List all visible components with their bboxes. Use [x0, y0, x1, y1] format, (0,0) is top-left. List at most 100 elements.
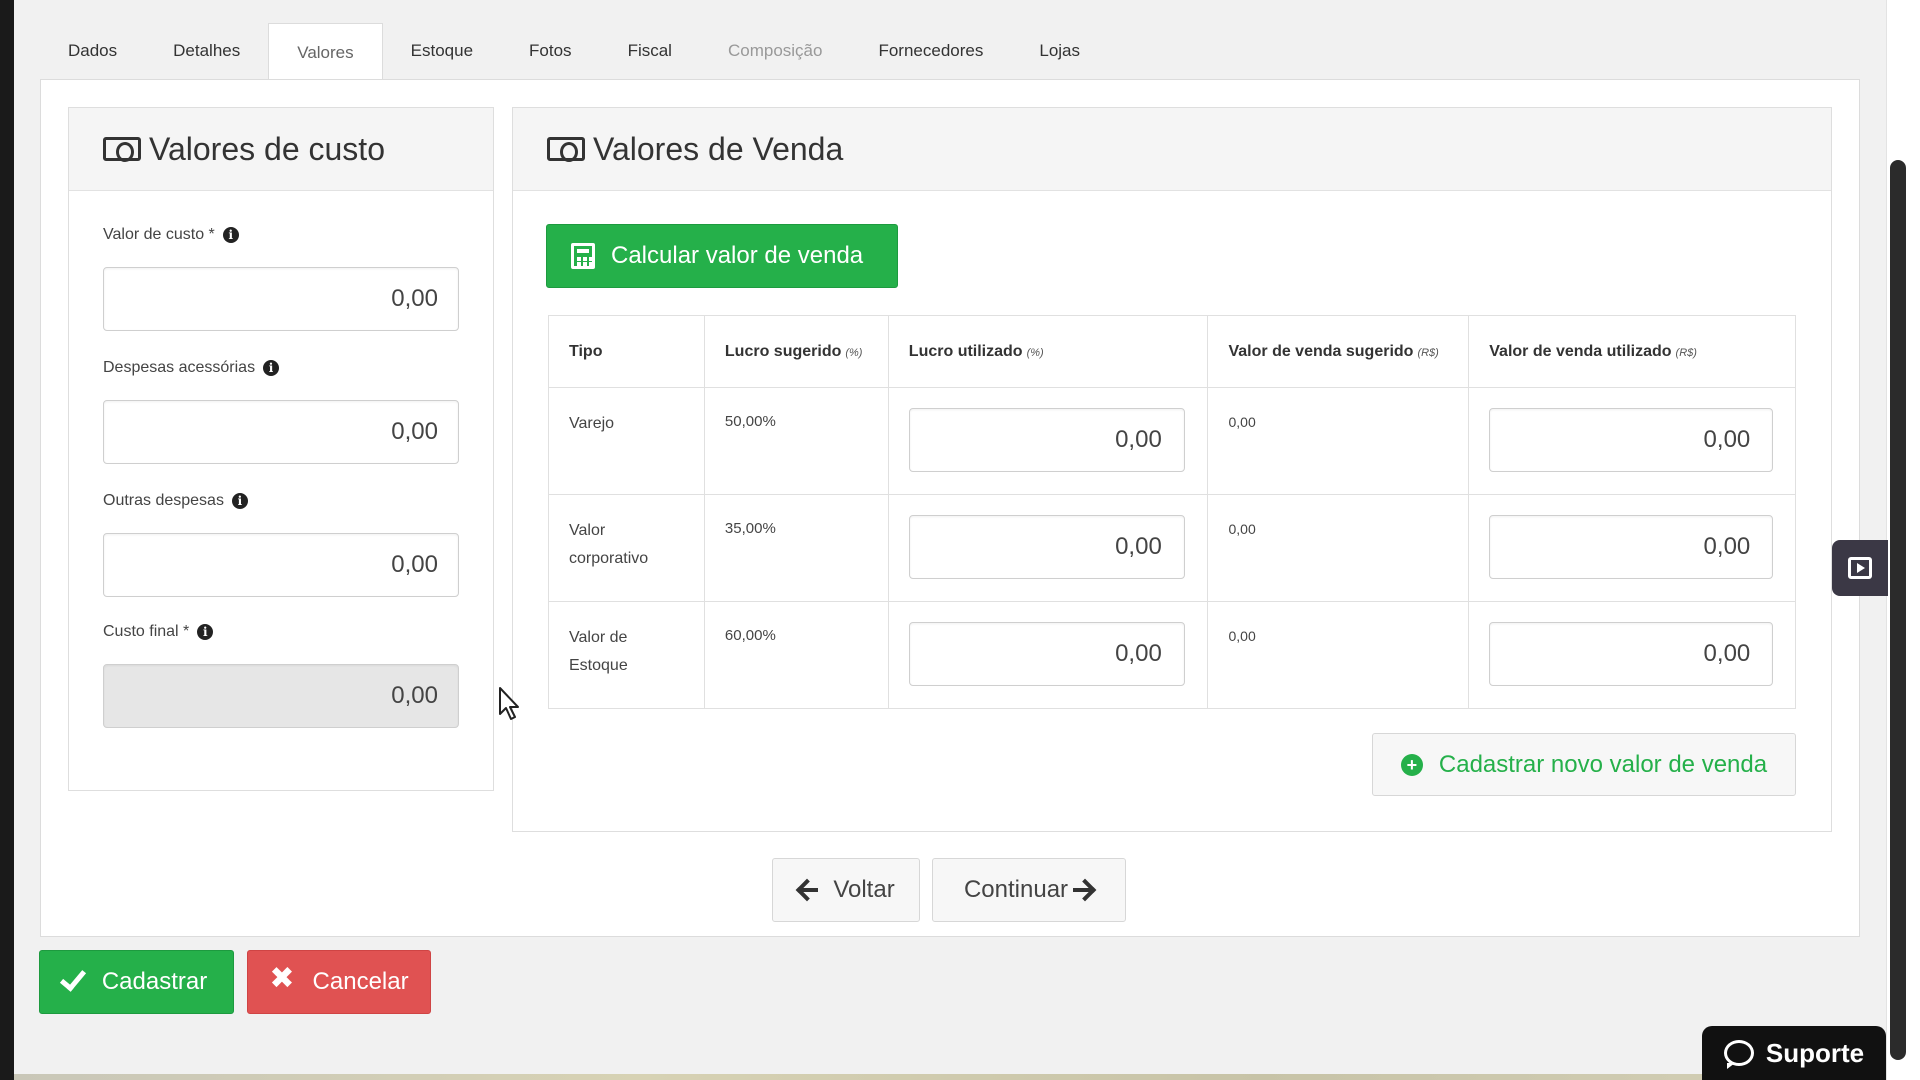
scrollbar[interactable] [1890, 160, 1906, 1060]
lucro-utilizado-cell [887, 387, 1209, 495]
left-edge [0, 0, 14, 1080]
outras-despesas-label: Outras despesas [103, 492, 224, 509]
info-circle-icon[interactable]: i [197, 624, 214, 640]
new-sale-value-label: Cadastrar novo valor de venda [1438, 750, 1768, 778]
money-bill-icon [103, 137, 141, 162]
tab-fornecedores[interactable]: Fornecedores [850, 22, 1011, 80]
tipo-text-2: Estoque [569, 657, 628, 674]
valor-custo-label: Valor de custo * [103, 226, 215, 243]
back-button[interactable]: Voltar [772, 858, 920, 922]
venda-utilizado-cell [1468, 601, 1796, 709]
tab-lojas[interactable]: Lojas [1011, 22, 1108, 80]
lucro-utilizado-input[interactable] [908, 408, 1185, 472]
unit-label: (%) [1026, 346, 1044, 359]
table-row: Valor de Estoque 60,00% 0,00 [548, 601, 1796, 709]
venda-sugerido-cell: 0,00 [1207, 601, 1470, 709]
lucro-sugerido-cell: 50,00% [703, 387, 889, 495]
chat-icon [1723, 1040, 1754, 1069]
col-venda-sugerido: Valor de venda sugerido (R$) [1207, 315, 1470, 388]
col-venda-utilizado-label: Valor de venda utilizado [1489, 342, 1672, 360]
despesas-acessorias-input[interactable] [103, 400, 459, 464]
sale-values-table: Tipo Lucro sugerido (%) Lucro utilizado (%… [548, 315, 1796, 709]
check-icon [59, 964, 86, 992]
calculate-sale-value-button[interactable]: Calcular valor de venda [546, 224, 898, 288]
side-panel-toggle[interactable] [1832, 540, 1888, 596]
tipo-text: Valor [569, 522, 606, 539]
info-circle-icon[interactable]: i [263, 360, 280, 376]
continue-label: Continuar [963, 876, 1069, 903]
plus-circle-icon: + [1400, 753, 1423, 776]
lucro-utilizado-cell [887, 601, 1209, 709]
info-circle-icon[interactable]: i [222, 227, 239, 243]
tab-fiscal[interactable]: Fiscal [600, 22, 700, 80]
tipo-cell: Varejo [548, 387, 705, 495]
cancel-label: Cancelar [312, 968, 409, 995]
tab-detalhes[interactable]: Detalhes [145, 22, 268, 80]
arrow-right-icon [1072, 879, 1094, 901]
col-venda-sugerido-label: Valor de venda sugerido [1228, 342, 1414, 360]
tab-fotos[interactable]: Fotos [501, 22, 600, 80]
cancel-button[interactable]: ✖ Cancelar [247, 950, 431, 1014]
tipo-text: Valor de [569, 629, 628, 646]
money-bill-icon [547, 137, 585, 162]
arrow-left-icon [797, 879, 819, 901]
venda-utilizado-cell [1468, 494, 1796, 602]
despesas-acessorias-label: Despesas acessórias [103, 359, 256, 376]
calculate-sale-value-label: Calcular valor de venda [611, 242, 864, 269]
venda-utilizado-input[interactable] [1489, 515, 1774, 579]
unit-label: (%) [845, 346, 863, 359]
save-button[interactable]: Cadastrar [39, 950, 234, 1014]
venda-sugerido-cell: 0,00 [1207, 387, 1470, 495]
tab-dados[interactable]: Dados [40, 22, 145, 80]
col-venda-utilizado: Valor de venda utilizado (R$) [1468, 315, 1796, 388]
calculator-icon [571, 243, 595, 269]
support-button[interactable]: Suporte [1702, 1026, 1886, 1080]
valor-custo-label-row: Valor de custo * i [103, 226, 239, 244]
sale-values-title: Valores de Venda [593, 130, 844, 167]
col-lucro-utilizado-label: Lucro utilizado [908, 342, 1023, 360]
cost-values-header: Valores de custo [69, 108, 493, 191]
lucro-sugerido-cell: 60,00% [703, 601, 889, 709]
bottom-strip [14, 1074, 1886, 1080]
tipo-cell: Valor corporativo [548, 494, 705, 602]
col-lucro-sugerido: Lucro sugerido (%) [703, 315, 889, 388]
unit-label: (R$) [1417, 346, 1439, 359]
venda-utilizado-input[interactable] [1489, 408, 1774, 472]
sale-values-header: Valores de Venda [513, 108, 1831, 191]
custo-final-label-row: Custo final * i [103, 623, 214, 641]
table-row: Valor corporativo 35,00% 0,00 [548, 494, 1796, 602]
tipo-text: Varejo [569, 415, 615, 432]
venda-sugerido-cell: 0,00 [1207, 494, 1470, 602]
tab-estoque[interactable]: Estoque [383, 22, 501, 80]
col-tipo: Tipo [548, 315, 705, 388]
new-sale-value-button[interactable]: + Cadastrar novo valor de venda [1372, 733, 1796, 796]
lucro-utilizado-input[interactable] [908, 622, 1185, 686]
outras-despesas-input[interactable] [103, 533, 459, 597]
venda-utilizado-input[interactable] [1489, 622, 1774, 686]
tab-composicao[interactable]: Composição [700, 22, 851, 80]
lucro-utilizado-input[interactable] [908, 515, 1185, 579]
cost-values-title: Valores de custo [149, 130, 385, 167]
col-lucro-sugerido-label: Lucro sugerido [724, 342, 842, 360]
save-label: Cadastrar [101, 968, 208, 995]
venda-utilizado-cell [1468, 387, 1796, 495]
info-circle-icon[interactable]: i [231, 493, 248, 509]
lucro-utilizado-cell [887, 494, 1209, 602]
table-row: Varejo 50,00% 0,00 [548, 387, 1796, 495]
custo-final-input [103, 664, 459, 728]
col-lucro-utilizado: Lucro utilizado (%) [887, 315, 1209, 388]
side-panel-icon [1848, 557, 1872, 579]
tab-valores[interactable]: Valores [268, 23, 383, 81]
continue-button[interactable]: Continuar [932, 858, 1126, 922]
unit-label: (R$) [1675, 346, 1697, 359]
product-tabs: Dados Detalhes Valores Estoque Fotos Fis… [40, 20, 1108, 81]
table-header-row: Tipo Lucro sugerido (%) Lucro utilizado (%… [548, 315, 1796, 388]
support-label: Suporte [1765, 1037, 1865, 1068]
lucro-sugerido-cell: 35,00% [703, 494, 889, 602]
close-icon: ✖ [269, 962, 295, 995]
tipo-text-2: corporativo [569, 550, 649, 567]
mouse-cursor-icon [498, 686, 522, 727]
back-label: Voltar [833, 876, 895, 903]
valor-custo-input[interactable] [103, 267, 459, 331]
cost-values-box: Valores de custo Valor de custo * i Desp… [68, 107, 494, 791]
